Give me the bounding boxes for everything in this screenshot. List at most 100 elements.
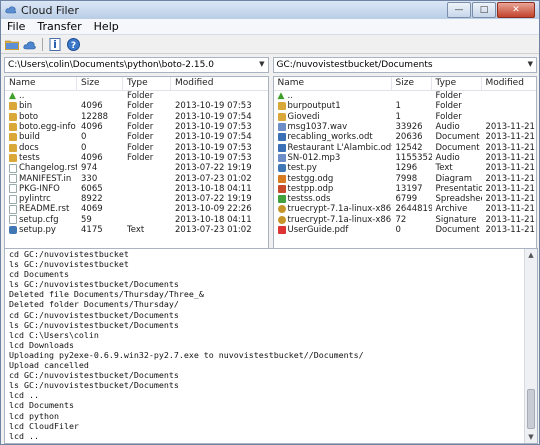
file-type: Folder bbox=[127, 91, 154, 102]
file-row[interactable]: UserGuide.pdf 0 Document 2013-11-21 17:32 bbox=[274, 225, 536, 235]
file-row[interactable]: truecrypt-7.1a-linux-x86.tar.gz.sig72 Sig… bbox=[274, 214, 537, 225]
folder-icon bbox=[9, 143, 17, 152]
maximize-button[interactable]: □ bbox=[472, 2, 496, 18]
file-name: test.py bbox=[287, 163, 317, 174]
file-type: Audio bbox=[435, 122, 460, 133]
menu-file[interactable]: File bbox=[1, 20, 31, 33]
file-size: 8922 bbox=[81, 194, 103, 205]
info-button[interactable] bbox=[47, 37, 63, 52]
file-row[interactable]: docs 0 Folder 2013-10-19 07:53 bbox=[5, 142, 268, 153]
local-folder-button[interactable] bbox=[4, 37, 20, 52]
file-type: Text bbox=[435, 163, 453, 174]
local-pane: C:\Users\colin\Documents\python\boto-2.1… bbox=[4, 57, 269, 263]
file-row[interactable]: truecrypt-7.1a-linux-x86.tar.gz2644819Ar… bbox=[274, 204, 537, 215]
menu-help[interactable]: Help bbox=[88, 20, 125, 33]
file-row[interactable]: boto 12288 Folder 2013-10-19 07:54 bbox=[5, 112, 268, 122]
column-size[interactable]: Size bbox=[77, 77, 123, 90]
file-type: Audio bbox=[435, 152, 460, 163]
menu-transfer[interactable]: Transfer bbox=[31, 20, 87, 33]
file-row[interactable]: recabling_works.odt 20636 Document 2013-11-… bbox=[274, 132, 536, 143]
column-modified[interactable]: Modified bbox=[482, 77, 537, 90]
file-type: Document bbox=[435, 132, 480, 143]
file-modified: 2013-11-21 17:32 bbox=[485, 122, 537, 133]
file-row[interactable]: build 0 Folder 2013-10-19 07:54 bbox=[5, 132, 268, 142]
app-window: Cloud Filer — □ ✕ File Transfer Help ? C… bbox=[0, 0, 540, 445]
file-name-cell: PKG-INFO bbox=[5, 184, 77, 194]
title-bar[interactable]: Cloud Filer — □ ✕ bbox=[1, 1, 539, 19]
console-line: cd GC:/nuvovistestbucket bbox=[9, 249, 129, 259]
local-path-text: C:\Users\colin\Documents\python\boto-2.1… bbox=[8, 60, 214, 70]
console-lines: cd GC:/nuvovistestbucket ls GC:/nuvoviste… bbox=[5, 249, 537, 443]
cloud-button[interactable] bbox=[22, 37, 38, 52]
local-rows: ▲.. Folder bin 4096 Folder 2013-10-19 07:53 bo… bbox=[5, 91, 268, 235]
file-modified: 2013-10-19 07:53 bbox=[175, 122, 252, 133]
local-path-combo[interactable]: C:\Users\colin\Documents\python\boto-2.1… bbox=[4, 57, 269, 73]
close-button[interactable]: ✕ bbox=[497, 2, 535, 18]
file-name-cell: Giovedi bbox=[274, 112, 392, 122]
column-type[interactable]: Type bbox=[432, 77, 482, 90]
file-row[interactable]: pylintrc 8922 2013-07-22 19:19 bbox=[5, 194, 268, 204]
file-name-cell: test.py bbox=[274, 163, 392, 173]
file-row[interactable]: bin 4096 Folder 2013-10-19 07:53 bbox=[5, 101, 268, 111]
file-modified: 2013-11-21 17:33 bbox=[485, 214, 537, 225]
file-row[interactable]: ▲.. Folder bbox=[5, 91, 268, 101]
local-file-list[interactable]: Name Size Type Modified ▲.. Folder bin 4096… bbox=[4, 76, 269, 263]
file-row[interactable]: testgg.odg 7998 Diagram 2013-11-21 17:32 bbox=[274, 173, 536, 184]
file-size: 20636 bbox=[395, 132, 423, 143]
file-row[interactable]: Changelog.rst 974 2013-07-22 19:19 bbox=[5, 163, 268, 173]
console-log[interactable]: cd GC:/nuvovistestbucket ls GC:/nuvoviste… bbox=[4, 248, 538, 444]
file-type: Folder bbox=[127, 132, 154, 143]
file-name: testpp.odp bbox=[287, 183, 334, 194]
file-modified: 2013-07-22 19:19 bbox=[175, 163, 252, 174]
file-row[interactable]: Restaurant L'Alambic.odt 12542 Document 201… bbox=[274, 142, 536, 153]
file-row[interactable]: testss.ods 6799 Spreadsheet2013-11-21 17:3… bbox=[274, 194, 536, 205]
file-row[interactable]: Giovedi 1 Folder bbox=[274, 112, 537, 122]
file-name: boto bbox=[19, 111, 39, 122]
file-row[interactable]: tests 4096 Folder 2013-10-19 07:53 bbox=[5, 153, 268, 163]
scroll-up-icon[interactable]: ▲ bbox=[525, 249, 537, 261]
file-row[interactable]: msg1037.wav 33926 Audio 2013-11-21 17:32 bbox=[274, 122, 537, 133]
scroll-thumb[interactable] bbox=[527, 389, 535, 429]
file-row[interactable]: setup.py 4175 Text 2013-07-23 01:02 bbox=[5, 225, 268, 235]
sheet-icon bbox=[277, 195, 286, 204]
help-button[interactable]: ? bbox=[65, 37, 81, 52]
remote-file-list[interactable]: Name Size Type Modified ▲.. Folder burpout… bbox=[272, 76, 537, 263]
column-type[interactable]: Type bbox=[123, 77, 171, 90]
minimize-button[interactable]: — bbox=[447, 2, 471, 18]
file-type: Archive bbox=[435, 204, 468, 215]
file-row[interactable]: README.rst 4069 2013-10-09 22:26 bbox=[5, 204, 268, 214]
file-row[interactable]: test.py 1296 Text 2013-11-21 17:32 bbox=[274, 163, 536, 174]
file-modified: 2013-07-23 01:02 bbox=[175, 173, 252, 184]
file-name-cell: boto bbox=[5, 112, 77, 122]
file-row[interactable]: ▲.. Folder bbox=[274, 91, 537, 101]
remote-path-text: GC:/nuvovistestbucket/Documents bbox=[276, 60, 433, 70]
column-size[interactable]: Size bbox=[392, 77, 432, 90]
file-row[interactable]: PKG-INFO 6065 2013-10-18 04:11 bbox=[5, 184, 268, 194]
scroll-down-icon[interactable]: ▼ bbox=[525, 431, 537, 443]
toolbar-separator bbox=[42, 37, 43, 51]
file-row[interactable]: boto.egg-info 4096 Folder 2013-10-19 07:53 bbox=[5, 122, 268, 132]
console-scrollbar[interactable]: ▲ ▼ bbox=[524, 249, 537, 443]
file-row[interactable]: MANIFEST.in 330 2013-07-23 01:02 bbox=[5, 173, 268, 184]
file-row[interactable]: testpp.odp 13197 Presentation2013-11-21 17… bbox=[274, 183, 536, 194]
file-row[interactable]: SN-012.mp3 11553528Audio 2013-11-21 17:32 bbox=[274, 152, 536, 163]
column-name[interactable]: Name bbox=[5, 77, 77, 90]
file-modified: 2013-11-21 17:33 bbox=[485, 204, 537, 215]
remote-path-combo[interactable]: GC:/nuvovistestbucket/Documents ▼ bbox=[272, 57, 537, 73]
console-line: ls GC:/nuvovistestbucket/Documents bbox=[9, 319, 179, 330]
file-name-cell: docs bbox=[5, 143, 77, 153]
file-modified: 2013-10-19 07:53 bbox=[175, 142, 252, 153]
up-icon: ▲ bbox=[277, 91, 285, 102]
file-size: 2644819 bbox=[395, 204, 432, 215]
console-line: lcd boto-2.15.0 bbox=[5, 441, 537, 443]
file-size: 6799 bbox=[395, 194, 418, 205]
column-modified[interactable]: Modified bbox=[171, 77, 268, 90]
file-size: 0 bbox=[395, 225, 401, 235]
column-name[interactable]: Name bbox=[274, 77, 392, 90]
menu-bar: File Transfer Help bbox=[1, 19, 539, 35]
file-modified: 2013-07-23 01:02 bbox=[175, 225, 252, 235]
file-row[interactable]: setup.cfg 59 2013-10-18 04:11 bbox=[5, 215, 268, 225]
file-name-cell: ▲.. bbox=[5, 91, 77, 101]
file-row[interactable]: burpoutput1 1 Folder bbox=[274, 101, 537, 111]
file-name: truecrypt-7.1a-linux-x86.tar.gz.sig bbox=[287, 214, 392, 225]
